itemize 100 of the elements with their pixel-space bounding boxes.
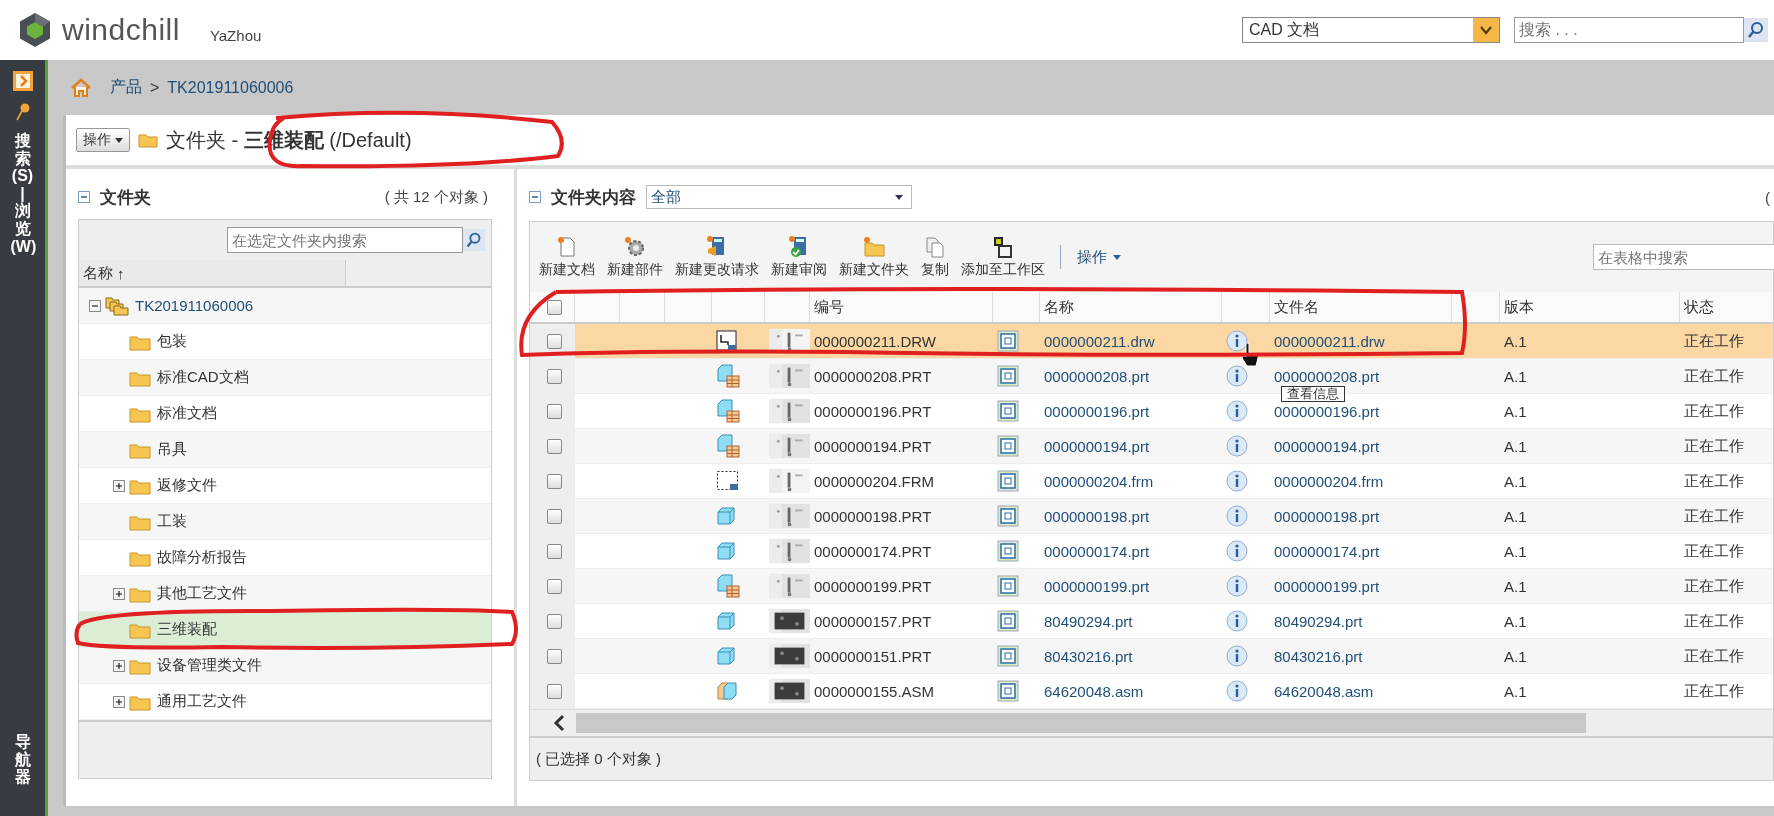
name-link[interactable]: 0000000208.prt (1044, 367, 1150, 385)
column-header[interactable]: 文件名 (1274, 297, 1319, 317)
toolbar-button[interactable]: 复制 (916, 235, 954, 279)
table-row[interactable]: 0000000199.PRT 0000000199.prt 0000000199.prt A.1 正在工作 (530, 569, 1773, 604)
info-icon[interactable] (1226, 330, 1248, 352)
column-header[interactable]: 编号 (814, 297, 844, 317)
file-link[interactable]: 0000000204.frm (1274, 472, 1384, 490)
expand-icon[interactable] (113, 587, 125, 600)
name-link[interactable]: 0000000194.prt (1044, 437, 1150, 455)
toolbar-button[interactable]: 新建更改请求 (670, 235, 764, 279)
table-row[interactable]: 0000000194.PRT 0000000194.prt 0000000194.prt A.1 正在工作 (530, 429, 1773, 464)
expand-icon[interactable] (113, 695, 125, 708)
view-icon[interactable] (997, 470, 1019, 492)
info-icon[interactable] (1226, 575, 1248, 597)
column-header[interactable]: 名称 ↑ (79, 260, 346, 286)
view-icon[interactable] (997, 645, 1019, 667)
tree-item[interactable]: 设备管理类文件 (79, 648, 491, 684)
tree-item[interactable]: 标准CAD文档 (79, 360, 491, 396)
home-icon[interactable] (70, 77, 92, 98)
info-icon[interactable] (1226, 470, 1248, 492)
name-link[interactable]: 80430216.prt (1044, 647, 1133, 665)
file-link[interactable]: 80490294.prt (1274, 612, 1363, 630)
pin-icon[interactable] (14, 102, 31, 122)
table-row[interactable]: 0000000151.PRT 80430216.prt 80430216.prt A.1 正在工作 (530, 639, 1773, 674)
info-icon[interactable] (1226, 610, 1248, 632)
actions-button[interactable]: 操作 (76, 128, 130, 152)
column-header[interactable]: 状态 (1684, 297, 1714, 317)
tree-item[interactable]: TK201911060006 (79, 288, 491, 324)
expand-icon[interactable] (113, 479, 125, 492)
actions-menu[interactable]: 操作 (1071, 246, 1127, 268)
toolbar-button[interactable]: 新建文档 (534, 235, 600, 279)
collapse-icon[interactable] (89, 299, 101, 312)
checkbox[interactable] (547, 613, 562, 629)
table-row[interactable]: 0000000157.PRT 80490294.prt 80490294.prt A.1 正在工作 (530, 604, 1773, 639)
tree-item[interactable]: 标准文档 (79, 396, 491, 432)
view-icon[interactable] (997, 435, 1019, 457)
filter-dropdown[interactable]: 全部 (646, 185, 912, 209)
checkbox[interactable] (547, 438, 562, 454)
tree-item[interactable]: 吊具 (79, 432, 491, 468)
type-dropdown[interactable]: CAD 文档 (1242, 17, 1500, 43)
tree-item[interactable]: 其他工艺文件 (79, 576, 491, 612)
file-link[interactable]: 0000000174.prt (1274, 542, 1380, 560)
folder-search-field[interactable]: 在选定文件夹内搜索 (227, 227, 463, 253)
column-header[interactable]: 版本 (1504, 297, 1534, 317)
tree-item[interactable]: 包装 (79, 324, 491, 360)
collapse-icon[interactable] (529, 191, 541, 203)
checkbox[interactable] (547, 648, 562, 664)
name-link[interactable]: 0000000204.frm (1044, 472, 1154, 490)
info-icon[interactable] (1226, 680, 1248, 702)
name-link[interactable]: 0000000196.prt (1044, 402, 1150, 420)
file-link[interactable]: 0000000199.prt (1274, 577, 1380, 595)
name-link[interactable]: 0000000199.prt (1044, 577, 1150, 595)
toolbar-button[interactable]: 新建部件 (602, 235, 668, 279)
expand-icon[interactable] (113, 659, 125, 672)
search-field[interactable]: 搜索 . . . (1514, 17, 1744, 43)
file-link[interactable]: 80430216.prt (1274, 647, 1363, 665)
name-link[interactable]: 0000000211.drw (1044, 332, 1155, 350)
collapse-icon[interactable] (78, 191, 90, 203)
info-icon[interactable] (1226, 400, 1248, 422)
search-icon[interactable] (1744, 18, 1768, 42)
rail-tab[interactable]: 搜索(S) | 浏览(W) (10, 132, 35, 256)
file-link[interactable]: 64620048.asm (1274, 682, 1374, 700)
checkbox[interactable] (547, 508, 562, 524)
view-icon[interactable] (997, 575, 1019, 597)
view-icon[interactable] (997, 680, 1019, 702)
checkbox[interactable] (547, 403, 562, 419)
breadcrumb-link[interactable]: 产品 (110, 77, 142, 98)
checkbox[interactable] (547, 578, 562, 594)
column-header[interactable]: 名称 (1044, 297, 1074, 317)
name-link[interactable]: 80490294.prt (1044, 612, 1133, 630)
checkbox[interactable] (547, 333, 562, 349)
table-row[interactable]: 0000000204.FRM 0000000204.frm 0000000204.frm A.1 正在工作 (530, 464, 1773, 499)
checkbox[interactable] (547, 473, 562, 489)
search-icon[interactable] (463, 229, 485, 251)
checkbox[interactable] (547, 683, 562, 699)
toolbar-button[interactable]: 添加至工作区 (956, 235, 1050, 279)
info-icon[interactable] (1226, 505, 1248, 527)
info-icon[interactable] (1226, 365, 1248, 387)
toolbar-button[interactable]: 新建审阅 (766, 235, 832, 279)
file-link[interactable]: 0000000196.prt (1274, 402, 1380, 420)
breadcrumb-link[interactable]: TK201911060006 (167, 78, 294, 97)
view-icon[interactable] (997, 330, 1019, 352)
table-row[interactable]: 0000000211.DRW 0000000211.drw 0000000211.drw A.1 正在工作 (530, 324, 1773, 359)
table-search-field[interactable]: 在表格中搜索 (1593, 244, 1774, 270)
info-icon[interactable] (1226, 435, 1248, 457)
file-link[interactable]: 0000000208.prt (1274, 367, 1380, 385)
scroll-left-icon[interactable] (552, 713, 566, 733)
view-icon[interactable] (997, 540, 1019, 562)
tree-item[interactable]: 工装 (79, 504, 491, 540)
table-row[interactable]: 0000000198.PRT 0000000198.prt 0000000198.prt A.1 正在工作 (530, 499, 1773, 534)
name-link[interactable]: 0000000198.prt (1044, 507, 1150, 525)
tree-item[interactable]: 通用工艺文件 (79, 684, 491, 720)
view-icon[interactable] (997, 400, 1019, 422)
name-link[interactable]: 64620048.asm (1044, 682, 1144, 700)
table-row[interactable]: 0000000174.PRT 0000000174.prt 0000000174.prt A.1 正在工作 (530, 534, 1773, 569)
view-icon[interactable] (997, 610, 1019, 632)
toolbar-button[interactable]: 新建文件夹 (834, 235, 914, 279)
scrollbar[interactable] (576, 713, 1586, 733)
file-link[interactable]: 0000000211.drw (1274, 332, 1385, 350)
rail-tab[interactable]: 导航器 (10, 733, 35, 786)
